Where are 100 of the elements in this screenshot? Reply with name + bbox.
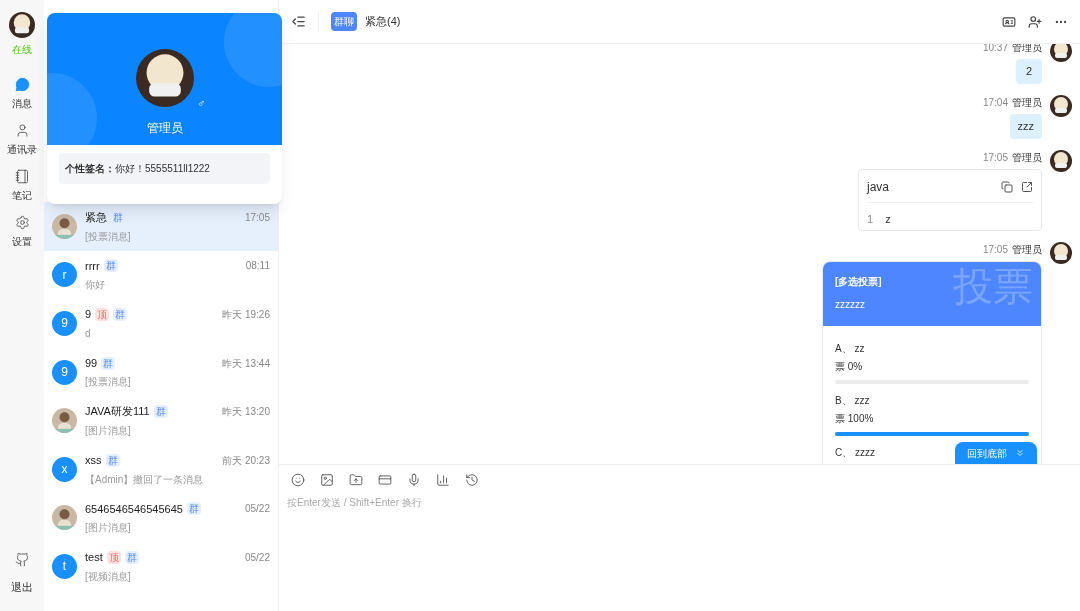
upload-folder-icon[interactable] [349,473,363,487]
vote-option: C、 zzzz [835,446,875,460]
group-tag: 群 [111,210,125,224]
chat-list-item[interactable]: r rrrr 群 08:11 你好 [44,250,278,300]
code-language: java [867,179,889,196]
sender-name: 管理员 [1012,151,1042,165]
group-tag: 群 [186,502,201,516]
message-time: 17:05 [982,151,1008,165]
message-bubble: 2 [1016,59,1042,84]
nav-item[interactable]: 消息 [7,77,37,111]
chat-time: 05/22 [244,502,270,517]
chat-list-item[interactable]: 6546546546545645 群 05/22 [图片消息] [44,493,278,543]
group-tag: 群 [153,405,168,419]
chat-time: 昨天 13:20 [222,405,270,420]
chat-icon [14,77,30,92]
avatar [1050,150,1072,172]
github-icon[interactable] [14,551,30,567]
card-icon[interactable] [378,473,392,487]
chat-name: JAVA研发111 [85,404,150,420]
chat-time: 08:11 [245,259,270,274]
message-time: 10:37 [982,44,1008,55]
vote-percent: 票 0% [835,360,863,374]
chat-preview: [投票消息] [85,375,132,390]
chat-title: 紧急(4) [365,14,401,30]
group-tag: 群 [105,453,120,467]
chat-name: rrrr [85,258,100,274]
avatar [9,12,35,38]
chat-time: 昨天 13:44 [222,356,270,371]
image-icon[interactable] [320,473,334,487]
avatar: r [52,262,77,288]
chat-list-item[interactable]: JAVA研发111 群 昨天 13:20 [图片消息] [44,396,278,445]
notebook-icon [14,169,30,184]
add-member-icon[interactable] [1028,14,1042,29]
vote-question: zzzzzz [835,298,866,312]
settings-icon [14,215,30,230]
chat-name: test [85,550,103,566]
vote-option: B、 zzz [835,394,870,408]
vote-type: [多选投票] [835,275,883,289]
sender-name: 管理员 [1012,96,1042,110]
chat-name: 紧急 [85,210,107,226]
chat-list-item[interactable]: 9 9 顶 群 昨天 19:26 d [44,299,278,348]
chat-preview: d [85,326,92,341]
nav-item[interactable]: 笔记 [7,169,37,203]
signature-label: 个性签名： [65,162,115,176]
microphone-icon[interactable] [407,473,421,487]
pinned-tag: 顶 [106,550,121,564]
avatar [1050,95,1072,117]
message-time: 17:05 [982,243,1008,257]
profile-name: 管理员 [146,120,183,137]
id-card-icon[interactable] [1002,14,1016,29]
avatar [1050,242,1072,264]
signature-text: 你好！5555511ll1222 [115,162,210,176]
emoji-icon[interactable] [291,473,305,487]
copy-icon[interactable] [1001,181,1013,193]
logout-button[interactable]: 退出 [11,578,33,595]
avatar: 9 [52,311,77,336]
message-time: 17:04 [982,96,1008,110]
nav-item[interactable]: 设置 [7,215,37,249]
chat-time: 17:05 [244,210,270,225]
nav-item[interactable]: 通讯录 [7,123,37,157]
avatar: x [52,456,77,482]
avatar: 9 [52,359,77,385]
chat-name: 99 [85,355,98,371]
chat-preview: [图片消息] [85,423,132,438]
person-icon [14,123,30,138]
online-status: 在线 [12,43,32,57]
bar-chart-icon[interactable] [436,473,450,487]
code-line: z [885,212,891,227]
chat-name: 9 [85,307,92,323]
open-external-icon[interactable] [1021,181,1033,193]
double-chevron-icon [1015,448,1025,458]
chat-time: 前天 20:23 [222,453,270,468]
chat-time: 05/22 [244,550,270,565]
message-bubble: zzz [1009,114,1042,139]
history-icon[interactable] [465,473,479,487]
collapse-sidebar-icon[interactable] [291,14,306,29]
group-tag: 群 [124,550,139,564]
chat-list-item[interactable]: t test 顶 群 05/22 [视频消息] [44,542,278,591]
vote-option: A、 zz [835,342,865,356]
vote-percent: 票 100% [835,412,874,426]
chat-preview: 你好 [85,278,106,293]
gender-symbol: ♂ [197,95,206,111]
group-tag: 群 [101,356,116,370]
chat-list-item[interactable]: 紧急 群 17:05 [投票消息] [44,202,278,251]
chat-time: 昨天 19:26 [222,308,270,322]
sender-name: 管理员 [1012,243,1042,257]
group-tag: 群 [113,308,128,321]
avatar [135,49,194,107]
group-chat-badge: 群聊 [331,12,357,31]
group-tag: 群 [103,259,118,273]
chat-preview: [视频消息] [85,569,132,584]
chat-preview: [图片消息] [85,521,132,536]
avatar: t [52,553,77,579]
message-input[interactable]: 按Enter发送 / Shift+Enter 换行 [287,495,1072,510]
chat-preview: [投票消息] [85,229,132,244]
chat-list-item[interactable]: 9 99 群 昨天 13:44 [投票消息] [44,347,278,397]
pinned-tag: 顶 [95,308,110,321]
chat-name: xss [85,453,102,468]
line-number: 1 [867,212,874,227]
chat-name: 6546546546545645 [85,501,183,517]
